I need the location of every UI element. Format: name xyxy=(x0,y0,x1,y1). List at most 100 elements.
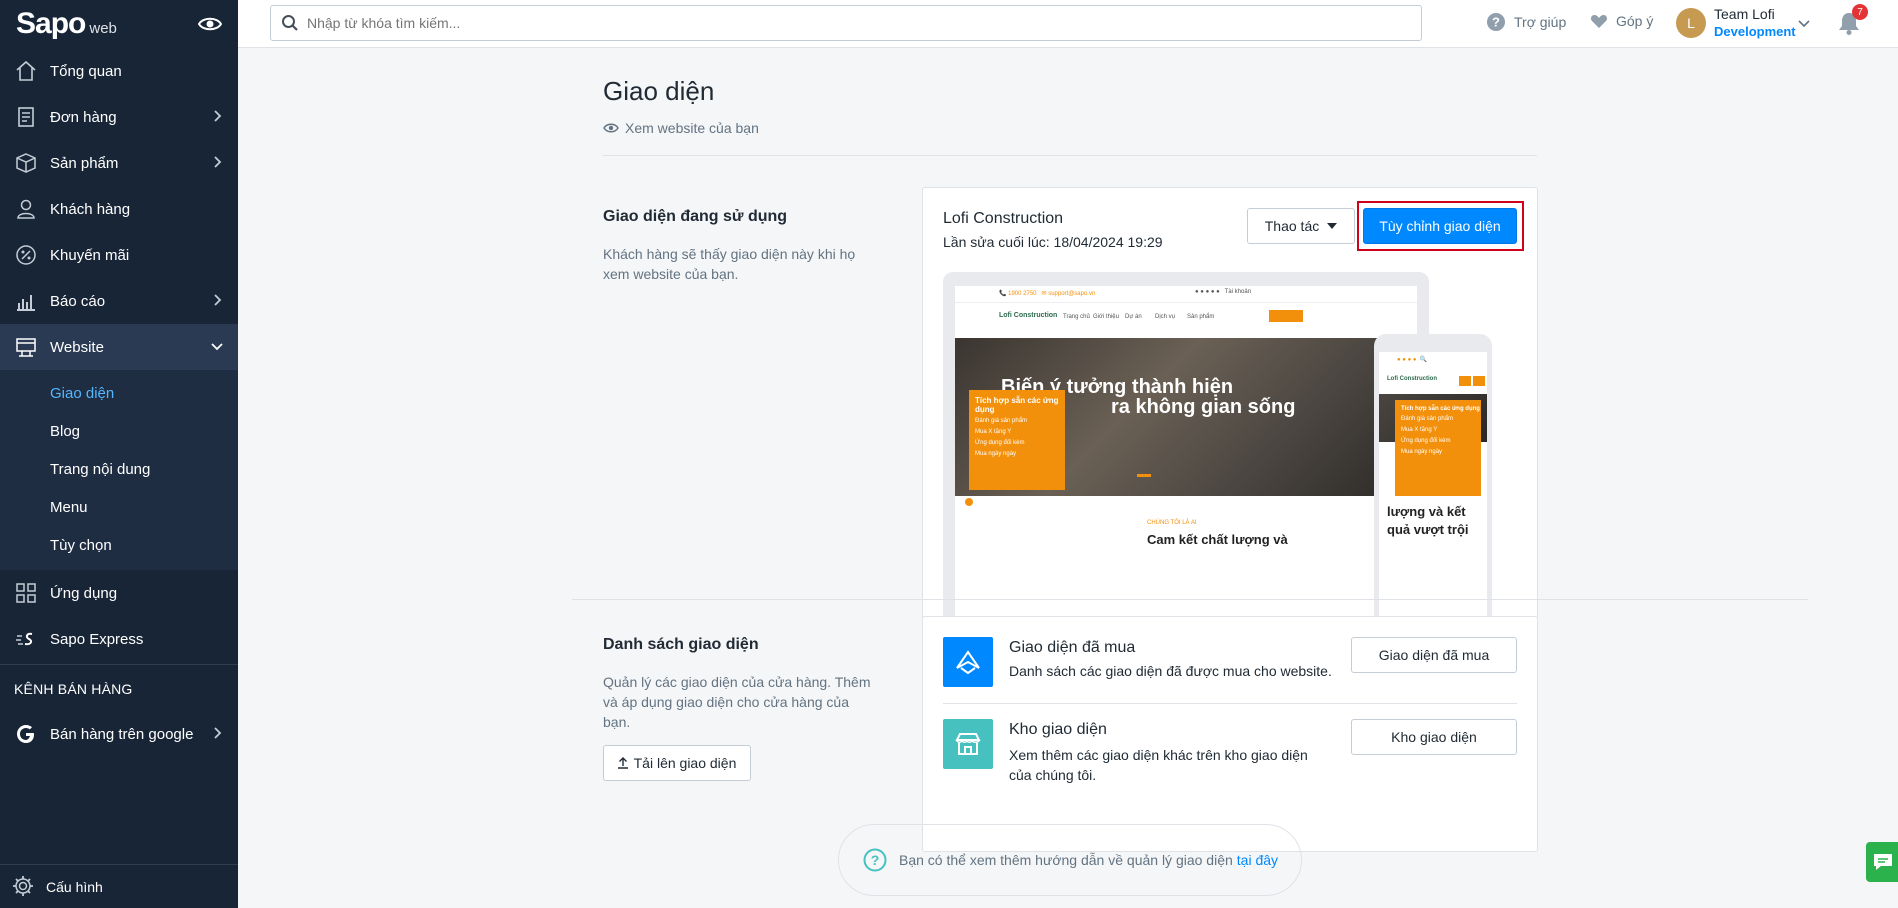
account-role: Development xyxy=(1714,24,1796,39)
account-menu[interactable]: Team Lofi Development xyxy=(1714,6,1796,40)
eye-icon[interactable] xyxy=(198,13,222,35)
home-icon xyxy=(14,59,38,83)
sidebar-subitem-themes[interactable]: Giao diện xyxy=(0,374,238,412)
mobile-brand: Lofi Construction xyxy=(1387,376,1437,382)
user-icon xyxy=(14,197,38,221)
sidebar-subitem-menu[interactable]: Menu xyxy=(0,488,238,526)
mobile-title-line1: lượng và kết xyxy=(1387,504,1466,519)
express-icon xyxy=(14,627,38,651)
preview-hero-line2: ra không gian sống xyxy=(1111,396,1296,418)
mobile-popup-item: Ứng dụng đối kèm xyxy=(1401,438,1451,444)
eye-icon xyxy=(603,123,619,133)
topbar: ? Trợ giúp Góp ý L Team Lofi Development… xyxy=(238,0,1898,48)
sidebar-item-website[interactable]: Website xyxy=(0,324,238,370)
percent-icon xyxy=(14,243,38,267)
divider xyxy=(603,155,1537,156)
account-name: Team Lofi xyxy=(1714,6,1775,22)
help-label: Trợ giúp xyxy=(1514,14,1567,30)
sidebar-item-label: Sản phẩm xyxy=(50,154,119,172)
theme-preview-mobile[interactable]: ● ● ● ● 🔍 Lofi Construction Tích hợp sẵn… xyxy=(1374,334,1492,634)
current-theme-desc: Khách hàng sẽ thấy giao diện này khi họ … xyxy=(603,246,856,282)
preview-popup: Tích hợp sẵn các ứng dụng Đánh giá sản p… xyxy=(969,390,1065,490)
chevron-down-icon[interactable] xyxy=(1798,17,1810,29)
notification-badge: 7 xyxy=(1852,4,1868,20)
sidebar-item-google[interactable]: Bán hàng trên google xyxy=(0,711,238,757)
google-icon xyxy=(14,722,38,746)
sidebar-item-reports[interactable]: Báo cáo xyxy=(0,278,238,324)
mobile-popup: Tích hợp sẵn các ứng dụng Đánh giá sản p… xyxy=(1395,400,1481,496)
preview-popup-item: Ứng dụng đối kèm xyxy=(975,440,1025,446)
search-box[interactable] xyxy=(270,5,1422,41)
theme-list-desc: Quản lý các giao diện của cửa hàng. Thêm… xyxy=(603,674,871,730)
feedback-link[interactable]: Góp ý xyxy=(1590,12,1653,30)
preview-brand: Lofi Construction xyxy=(999,312,1058,319)
view-website-label: Xem website của bạn xyxy=(625,120,759,136)
sidebar-item-orders[interactable]: Đơn hàng xyxy=(0,94,238,140)
sapo-logo[interactable]: Sapo xyxy=(16,7,86,41)
chart-icon xyxy=(14,289,38,313)
upload-theme-label: Tải lên giao diện xyxy=(633,755,737,771)
sidebar-divider xyxy=(0,664,238,665)
chevron-right-icon xyxy=(214,294,222,306)
sidebar-item-label: Tổng quan xyxy=(50,62,122,80)
purchased-themes-icon xyxy=(943,637,993,687)
mobile-screen: ● ● ● ● 🔍 Lofi Construction Tích hợp sẵn… xyxy=(1379,352,1487,634)
sidebar-item-overview[interactable]: Tổng quan xyxy=(0,48,238,94)
view-website-link[interactable]: Xem website của bạn xyxy=(603,120,759,136)
divider xyxy=(943,703,1517,704)
feedback-label: Góp ý xyxy=(1616,13,1654,29)
search-input[interactable] xyxy=(307,15,1307,31)
sidebar-item-sapo-express[interactable]: Sapo Express xyxy=(0,616,238,662)
preview-cta xyxy=(1269,310,1303,322)
avatar[interactable]: L xyxy=(1676,8,1706,38)
mobile-popup-title: Tích hợp sẵn các ứng dụng xyxy=(1401,406,1480,412)
orders-icon xyxy=(14,105,38,129)
sidebar-subitem-options[interactable]: Tùy chọn xyxy=(0,526,238,564)
preview-slider-dot xyxy=(1137,474,1151,477)
sidebar-item-promotions[interactable]: Khuyến mãi xyxy=(0,232,238,278)
highlight-box xyxy=(1357,201,1524,251)
preview-popup-item: Mua ngày ngày xyxy=(975,451,1017,457)
mobile-social-icons: ● ● ● ● 🔍 xyxy=(1397,357,1428,363)
help-link[interactable]: tại đây xyxy=(1237,852,1278,868)
sidebar-item-settings[interactable]: Cấu hình xyxy=(0,864,238,908)
divider xyxy=(572,599,1808,600)
sidebar-item-customers[interactable]: Khách hàng xyxy=(0,186,238,232)
svg-text:?: ? xyxy=(871,852,880,868)
preview-nav-2: Dự án xyxy=(1125,314,1142,320)
sapo-logo-suffix: web xyxy=(89,19,117,37)
chevron-down-icon xyxy=(211,343,223,351)
preview-popup-item: Đánh giá sản phẩm xyxy=(975,418,1028,424)
help-text: Bạn có thể xem thêm hướng dẫn về quản lý… xyxy=(899,852,1233,868)
purchased-themes-button[interactable]: Giao diện đã mua xyxy=(1351,637,1517,673)
gear-icon xyxy=(12,875,36,899)
mobile-popup-item: Mua X tặng Y xyxy=(1401,427,1438,433)
help-link[interactable]: ? Trợ giúp xyxy=(1486,12,1566,32)
upload-theme-button[interactable]: Tải lên giao diện xyxy=(603,745,751,781)
search-icon xyxy=(282,15,298,31)
preview-popup-item: Mua X tặng Y xyxy=(975,429,1012,435)
actions-dropdown[interactable]: Thao tác xyxy=(1247,208,1355,244)
preview-topline: 📞 1900 2750 ✉ support@sapo.vn xyxy=(999,291,1096,297)
current-theme-card: Lofi Construction Lần sửa cuối lúc: 18/0… xyxy=(922,187,1538,634)
sidebar-brand: Sapo web xyxy=(0,0,238,48)
svg-text:?: ? xyxy=(1492,15,1500,30)
help-box: ? Bạn có thể xem thêm hướng dẫn về quản … xyxy=(838,824,1302,896)
sidebar-item-apps[interactable]: Ứng dụng xyxy=(0,570,238,616)
sidebar-item-products[interactable]: Sản phẩm xyxy=(0,140,238,186)
sidebar-item-label: Báo cáo xyxy=(50,292,106,310)
website-icon xyxy=(14,335,38,359)
sidebar-subitem-blog[interactable]: Blog xyxy=(0,412,238,450)
main-content: Giao diện Xem website của bạn Giao diện … xyxy=(238,48,1898,908)
theme-preview-desktop[interactable]: 📞 1900 2750 ✉ support@sapo.vn ● ● ● ● ● … xyxy=(943,272,1429,632)
upload-icon xyxy=(617,757,628,769)
preview-screen: 📞 1900 2750 ✉ support@sapo.vn ● ● ● ● ● … xyxy=(955,286,1417,632)
sidebar-item-label: Cấu hình xyxy=(46,878,103,895)
sales-channels-label: KÊNH BÁN HÀNG xyxy=(14,681,133,697)
sidebar-subitem-pages[interactable]: Trang nội dung xyxy=(0,450,238,488)
theme-store-button[interactable]: Kho giao diện xyxy=(1351,719,1517,755)
current-theme-title: Giao diện đang sử dụng xyxy=(603,208,788,225)
chevron-right-icon xyxy=(214,156,222,168)
sidebar-item-label: Website xyxy=(50,338,104,356)
chat-widget[interactable] xyxy=(1866,842,1898,882)
